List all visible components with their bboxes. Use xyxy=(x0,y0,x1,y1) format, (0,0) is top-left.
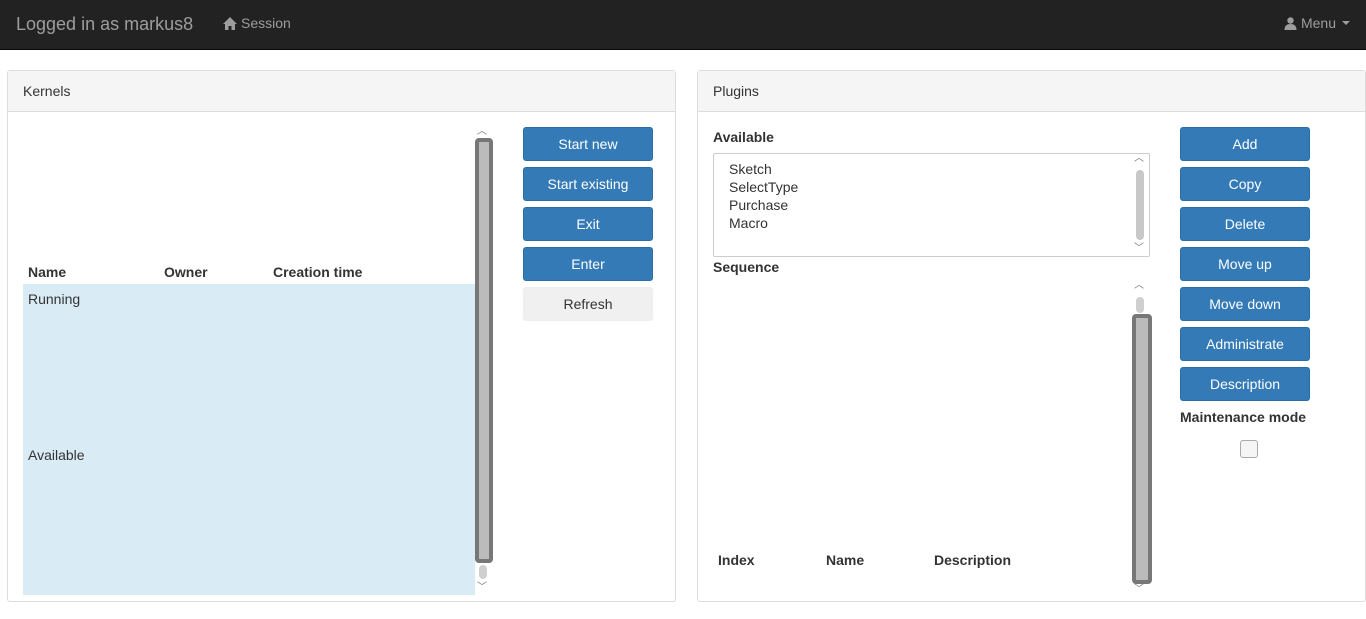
user-icon xyxy=(1284,16,1297,30)
kernels-scrollbar-thumb[interactable] xyxy=(475,138,493,563)
copy-button[interactable]: Copy xyxy=(1180,167,1310,201)
add-button[interactable]: Add xyxy=(1180,127,1310,161)
sequence-label: Sequence xyxy=(713,259,780,275)
column-header-description: Description xyxy=(934,552,1012,568)
delete-button[interactable]: Delete xyxy=(1180,207,1310,241)
sequence-scrollbar-track xyxy=(1136,297,1144,313)
nav-menu-label: Menu xyxy=(1300,15,1336,31)
brand-text: Logged in as markus8 xyxy=(16,14,194,34)
sequence-scrollbar-thumb[interactable] xyxy=(1132,314,1152,584)
nav-session-link[interactable]: Session xyxy=(223,15,291,31)
plugin-list-item[interactable]: Purchase xyxy=(729,196,1149,214)
plugin-list-item[interactable]: SelectType xyxy=(729,178,1149,196)
plugins-panel: Plugins Available Sketch SelectType Purc… xyxy=(697,70,1366,602)
move-down-button[interactable]: Move down xyxy=(1180,287,1310,321)
description-button[interactable]: Description xyxy=(1180,367,1310,401)
nav-session-label: Session xyxy=(241,15,291,31)
caret-down-icon xyxy=(1342,21,1350,25)
scroll-down-icon[interactable]: ﹀ xyxy=(1134,244,1144,254)
scroll-down-icon[interactable]: ﹀ xyxy=(477,583,487,593)
available-list-scrollbar[interactable]: ︿ ﹀ xyxy=(1130,154,1150,256)
available-plugins-list[interactable]: Sketch SelectType Purchase Macro xyxy=(713,153,1150,257)
move-up-button[interactable]: Move up xyxy=(1180,247,1310,281)
available-list-scrollbar-thumb[interactable] xyxy=(1136,170,1144,240)
maintenance-mode-label: Maintenance mode xyxy=(1180,409,1307,425)
plugin-list-item[interactable]: Macro xyxy=(729,214,1149,232)
start-existing-button[interactable]: Start existing xyxy=(523,167,653,201)
scroll-up-icon[interactable]: ︿ xyxy=(1134,281,1144,291)
navbar: Logged in as markus8 Session Menu xyxy=(0,0,1366,50)
refresh-button[interactable]: Refresh xyxy=(523,287,653,321)
column-header-index: Index xyxy=(718,552,755,568)
kernel-group-available[interactable]: Available xyxy=(28,447,85,463)
sequence-scrollbar[interactable]: ︿ ﹀ xyxy=(1130,281,1152,595)
kernels-table-body[interactable]: Running Available xyxy=(23,284,475,595)
kernel-group-running[interactable]: Running xyxy=(28,291,80,307)
scroll-down-icon[interactable]: ﹀ xyxy=(1134,585,1144,595)
kernels-table: Name Owner Creation time Running Availab… xyxy=(23,127,475,595)
column-header-name: Name xyxy=(826,552,865,568)
kernels-scrollbar-track xyxy=(479,565,487,579)
column-header-owner: Owner xyxy=(164,264,208,280)
enter-button[interactable]: Enter xyxy=(523,247,653,281)
scroll-up-icon[interactable]: ︿ xyxy=(1134,154,1144,164)
scroll-up-icon[interactable]: ︿ xyxy=(477,127,487,137)
kernels-table-header: Name Owner Creation time xyxy=(23,258,475,284)
home-icon xyxy=(223,16,237,30)
administrate-button[interactable]: Administrate xyxy=(1180,327,1310,361)
plugins-panel-title: Plugins xyxy=(698,71,1365,112)
plugin-list-item[interactable]: Sketch xyxy=(729,160,1149,178)
kernels-scrollbar[interactable]: ︿ ﹀ xyxy=(473,127,493,595)
column-header-creation-time: Creation time xyxy=(273,264,363,280)
kernels-panel: Kernels Name Owner Creation time Running… xyxy=(7,70,676,602)
column-header-name: Name xyxy=(28,264,67,280)
available-plugins-label: Available xyxy=(713,129,774,145)
kernels-panel-title: Kernels xyxy=(8,71,675,112)
maintenance-mode-checkbox[interactable] xyxy=(1240,440,1258,458)
start-new-button[interactable]: Start new xyxy=(523,127,653,161)
nav-menu-dropdown[interactable]: Menu xyxy=(1284,15,1350,31)
exit-button[interactable]: Exit xyxy=(523,207,653,241)
